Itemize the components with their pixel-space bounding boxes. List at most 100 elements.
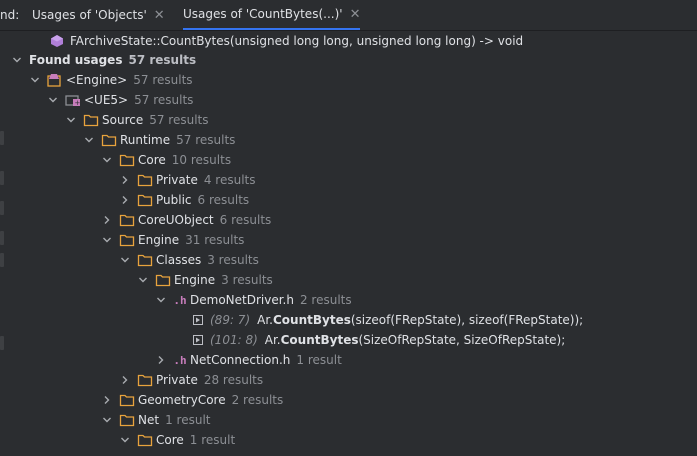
chevron-down-icon[interactable]	[28, 73, 42, 87]
method-icon	[50, 34, 64, 48]
usage-code-post: (SizeOfRepState, SizeOfRepState);	[358, 333, 566, 347]
left-gutter	[0, 31, 5, 456]
close-icon[interactable]: ✕	[350, 7, 361, 22]
chevron-right-icon[interactable]	[100, 213, 114, 227]
gutter-mark	[0, 253, 4, 267]
tree-node-engine-module[interactable]: Engine 31 results	[100, 230, 244, 250]
usage-line-2[interactable]: (101: 8) Ar.CountBytes(SizeOfRepState, S…	[193, 330, 565, 350]
usage-code-post: (sizeof(FRepState), sizeof(FRepState));	[350, 313, 584, 327]
node-label: Private	[156, 173, 198, 187]
chevron-right-icon[interactable]	[154, 353, 168, 367]
node-label: CoreUObject	[138, 213, 214, 227]
folder-icon	[119, 153, 135, 167]
node-count: 2 results	[231, 393, 284, 407]
chevron-down-icon[interactable]	[154, 293, 168, 307]
target-method-label: FArchiveState::CountBytes(unsigned long …	[70, 34, 524, 48]
tree-node-runtime[interactable]: Runtime 57 results	[82, 130, 235, 150]
chevron-down-icon[interactable]	[136, 273, 150, 287]
node-count: 2 results	[299, 293, 352, 307]
tab-usages-countbytes[interactable]: Usages of 'CountBytes(...)' ✕	[183, 0, 361, 30]
folder-icon	[101, 133, 117, 147]
chevron-down-icon[interactable]	[10, 53, 24, 67]
node-label: Core	[138, 153, 166, 167]
node-label: NetConnection.h	[190, 353, 291, 367]
folder-icon	[137, 253, 153, 267]
node-label: Classes	[156, 253, 202, 267]
folder-icon	[119, 213, 135, 227]
tree-node-found-usages[interactable]: Found usages 57 results	[10, 50, 196, 70]
node-count: 10 results	[171, 153, 232, 167]
chevron-down-icon[interactable]	[82, 133, 96, 147]
folder-icon	[83, 113, 99, 127]
node-count: 28 results	[203, 373, 264, 387]
target-method[interactable]: FArchiveState::CountBytes(unsigned long …	[50, 31, 523, 51]
usage-location: (101: 8)	[210, 333, 258, 347]
gutter-mark	[0, 171, 4, 185]
tab-usages-objects[interactable]: Usages of 'Objects' ✕	[32, 0, 165, 30]
node-count: 1 result	[189, 433, 236, 447]
chevron-right-icon[interactable]	[100, 393, 114, 407]
node-count: 57 results	[134, 93, 194, 107]
node-label: Private	[156, 373, 198, 387]
tree-node-net-core[interactable]: Core 1 result	[118, 430, 235, 450]
tree-node-engine-root[interactable]: <Engine> 57 results	[28, 70, 193, 90]
tree-node-ue5[interactable]: + <UE5> 57 results	[46, 90, 193, 110]
chevron-right-icon[interactable]	[118, 193, 132, 207]
node-count: 57 results	[149, 113, 209, 127]
node-label: Engine	[174, 273, 216, 287]
chevron-down-icon[interactable]	[100, 413, 114, 427]
node-count: 3 results	[207, 253, 259, 267]
code-line-icon	[193, 335, 203, 345]
chevron-down-icon[interactable]	[118, 433, 132, 447]
chevron-down-icon[interactable]	[118, 253, 132, 267]
usage-code-pre: Ar.	[257, 313, 273, 327]
folder-icon	[137, 193, 153, 207]
node-count: 3 results	[221, 273, 273, 287]
folder-icon	[155, 273, 171, 287]
node-count: 31 results	[185, 233, 245, 247]
code-line-icon	[193, 315, 203, 325]
usage-line-1[interactable]: (89: 7) Ar.CountBytes(sizeof(FRepState),…	[193, 310, 583, 330]
node-label: <Engine>	[66, 73, 128, 87]
folder-icon	[137, 373, 153, 387]
tree-node-classes-engine[interactable]: Engine 3 results	[136, 270, 273, 290]
usage-code: Ar.CountBytes(sizeof(FRepState), sizeof(…	[257, 313, 583, 327]
tree-node-demonetdriver[interactable]: .h DemoNetDriver.h 2 results	[154, 290, 352, 310]
chevron-down-icon[interactable]	[100, 233, 114, 247]
tree-node-core-public[interactable]: Public 6 results	[118, 190, 249, 210]
tree-node-net[interactable]: Net 1 result	[100, 410, 210, 430]
node-label: GeometryCore	[138, 393, 226, 407]
chevron-right-icon[interactable]	[118, 373, 132, 387]
node-count: 57 results	[176, 133, 236, 147]
chevron-down-icon[interactable]	[46, 93, 60, 107]
tree-node-core-private[interactable]: Private 4 results	[118, 170, 256, 190]
node-label: Runtime	[120, 133, 171, 147]
tree-node-engine-private[interactable]: Private 28 results	[118, 370, 263, 390]
gutter-mark	[0, 201, 4, 215]
folder-icon	[137, 173, 153, 187]
chevron-right-icon[interactable]	[118, 173, 132, 187]
tree-node-core[interactable]: Core 10 results	[100, 150, 231, 170]
tree-node-source[interactable]: Source 57 results	[64, 110, 209, 130]
usage-code-pre: Ar.	[264, 333, 281, 347]
chevron-down-icon[interactable]	[100, 153, 114, 167]
gutter-mark	[0, 336, 4, 350]
node-count: 57 results	[128, 53, 197, 67]
node-count: 1 result	[165, 413, 211, 427]
tree-node-coreuobject[interactable]: CoreUObject 6 results	[100, 210, 271, 230]
tree-node-classes[interactable]: Classes 3 results	[118, 250, 259, 270]
folder-icon	[119, 233, 135, 247]
node-count: 6 results	[197, 193, 250, 207]
header-file-icon: .h	[173, 293, 187, 307]
chevron-down-icon[interactable]	[64, 113, 78, 127]
usages-tree: FArchiveState::CountBytes(unsigned long …	[6, 31, 697, 456]
tree-node-netconnection[interactable]: .h NetConnection.h 1 result	[154, 350, 342, 370]
node-label: Public	[156, 193, 192, 207]
usage-code: Ar.CountBytes(SizeOfRepState, SizeOfRepS…	[265, 333, 565, 347]
folder-icon	[137, 433, 153, 447]
tab-label: Usages of 'CountBytes(...)'	[183, 7, 343, 21]
node-count: 57 results	[133, 73, 193, 87]
tab-prefix: nd:	[0, 8, 20, 22]
tree-node-geometrycore[interactable]: GeometryCore 2 results	[100, 390, 283, 410]
close-icon[interactable]: ✕	[154, 8, 165, 23]
